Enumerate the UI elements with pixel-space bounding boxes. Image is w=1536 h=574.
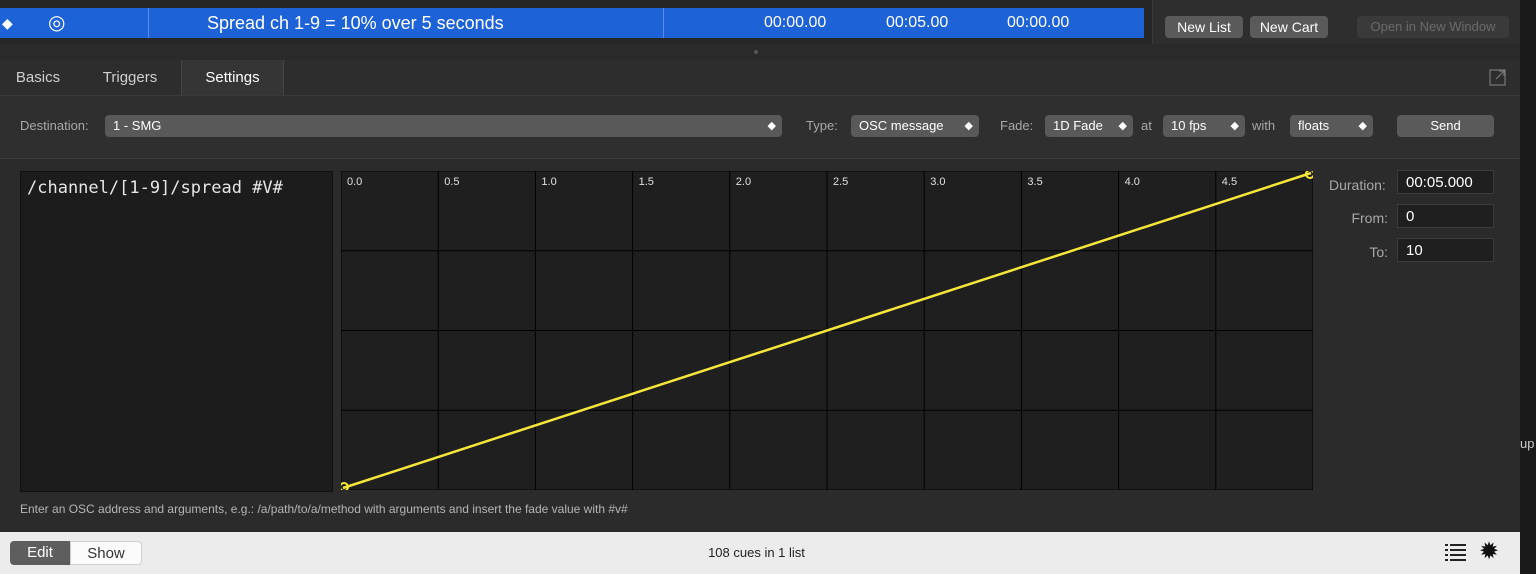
gear-icon[interactable]: ✹ [1479,538,1499,566]
cue-post-wait: 00:00.00 [1007,14,1070,31]
duration-label: Duration: [1329,177,1386,193]
settings-row: Destination: 1 - SMG ◆ Type: OSC message… [0,96,1520,159]
divider-handle[interactable] [754,50,758,54]
destination-select[interactable]: 1 - SMG ◆ [105,115,782,137]
cue-action: 00:05.00 [886,14,949,31]
x-tick-label: 0.0 [347,176,362,188]
list-icon[interactable] [1445,543,1467,563]
cue-count-status: 108 cues in 1 list [708,545,805,560]
type-value: OSC message [859,118,944,133]
osc-hint-text: Enter an OSC address and arguments, e.g.… [20,502,628,516]
x-tick-label: 1.0 [541,176,556,188]
chevron-updown-icon: ◆ [1358,120,1367,132]
from-label: From: [1351,210,1388,226]
x-tick-label: 4.0 [1125,176,1140,188]
x-tick-label: 2.0 [736,176,751,188]
chevron-updown-icon: ◆ [1118,120,1127,132]
fade-value: 1D Fade [1053,118,1103,133]
x-tick-label: 3.5 [1027,176,1042,188]
destination-value: 1 - SMG [113,118,162,133]
playhead-icon: ◆ [2,15,13,31]
selected-cue-row[interactable]: ◆ ◎ Spread ch 1-9 = 10% over 5 seconds 0… [0,8,1144,38]
list-pane: New List New Cart Open in New Window [1152,0,1521,44]
cue-name: Spread ch 1-9 = 10% over 5 seconds [207,13,504,33]
tab-triggers[interactable]: Triggers [80,60,180,95]
new-cart-button[interactable]: New Cart [1250,16,1328,38]
type-label: Type: [806,118,838,133]
column-divider [148,8,149,38]
x-tick-label: 4.5 [1222,176,1237,188]
destination-label: Destination: [20,118,89,133]
network-cue-icon: ◎ [48,12,66,34]
duration-field[interactable]: 00:05.000 [1397,170,1494,194]
x-tick-label: 2.5 [833,176,848,188]
tab-settings[interactable]: Settings [181,60,284,95]
edit-mode-button[interactable]: Edit [10,541,70,565]
floats-value: floats [1298,118,1330,133]
osc-message-text: /channel/[1-9]/spread #V# [27,178,283,198]
show-mode-button[interactable]: Show [70,541,142,565]
bottom-bar: Edit Show 108 cues in 1 list ✹ [0,532,1520,574]
open-in-new-window-button[interactable]: Open in New Window [1357,16,1509,38]
with-label: with [1252,118,1276,133]
fade-select[interactable]: 1D Fade ◆ [1045,115,1133,137]
x-tick-label: 1.5 [639,176,654,188]
popout-icon[interactable] [1489,69,1506,86]
new-list-button[interactable]: New List [1165,16,1243,38]
from-field[interactable]: 0 [1397,204,1494,228]
type-select[interactable]: OSC message ◆ [851,115,979,137]
inspector-tabs: Basics Triggers Settings [0,60,1520,96]
chevron-updown-icon: ◆ [767,120,776,132]
column-divider [663,8,664,38]
cue-pre-wait: 00:00.00 [764,14,827,31]
osc-message-input[interactable]: /channel/[1-9]/spread #V# [20,171,333,492]
fade-curve-graph[interactable]: 0.0 0.5 1.0 1.5 2.0 2.5 3.0 3.5 4.0 4.5 [341,171,1313,490]
fps-value: 10 fps [1171,118,1207,133]
chevron-updown-icon: ◆ [964,120,973,132]
split-divider[interactable] [0,44,1520,60]
fade-label: Fade: [1000,118,1034,133]
send-button[interactable]: Send [1397,115,1494,137]
to-field[interactable]: 10 [1397,238,1494,262]
floats-select[interactable]: floats ◆ [1290,115,1373,137]
window-edge: up [1520,0,1536,574]
x-tick-label: 3.0 [930,176,945,188]
to-label: To: [1369,244,1388,260]
side-label: up [1520,436,1535,451]
tab-basics[interactable]: Basics [0,60,76,95]
at-label: at [1141,118,1152,133]
cue-list: ◆ ◎ Spread ch 1-9 = 10% over 5 seconds 0… [0,0,1152,44]
chevron-updown-icon: ◆ [1230,120,1239,132]
fps-select[interactable]: 10 fps ◆ [1163,115,1245,137]
x-tick-label: 0.5 [444,176,459,188]
